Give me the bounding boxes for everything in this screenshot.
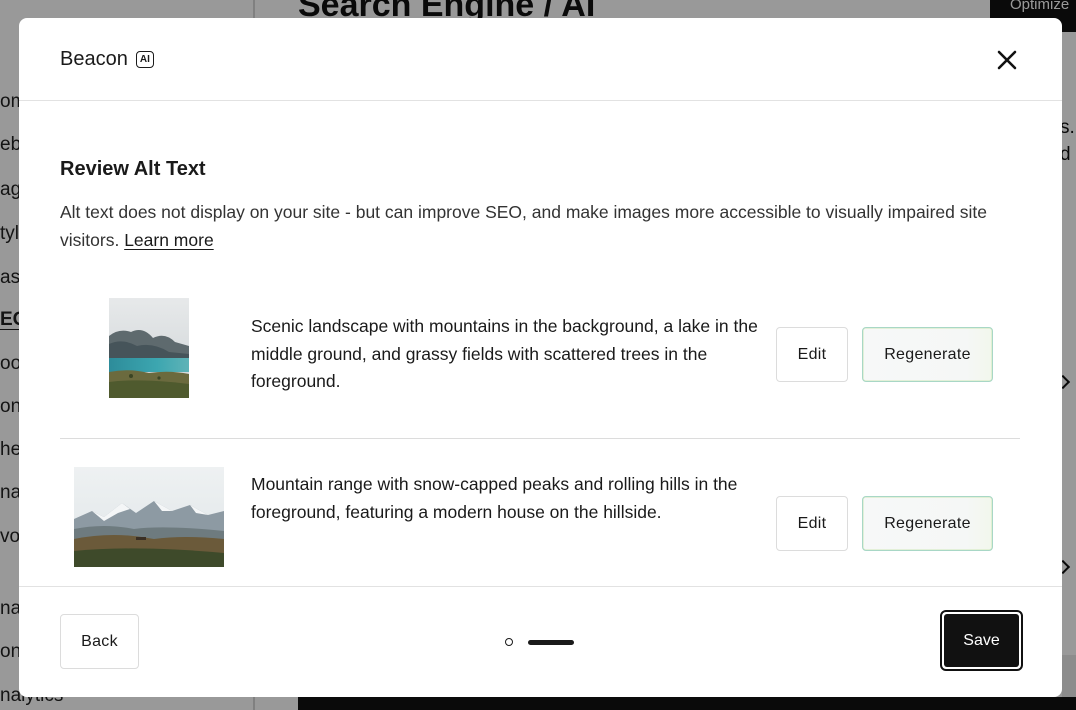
ai-badge: AI [135,50,154,68]
landscape-image [109,298,189,398]
pagination-dot-page-2-active[interactable] [528,640,574,645]
save-button-label: Save [944,614,1019,667]
modal-header: Beacon AI [19,18,1062,101]
alt-text-description: Scenic landscape with mountains in the b… [251,316,758,391]
close-icon [997,50,1017,70]
alt-text-row: Scenic landscape with mountains in the b… [60,282,1020,439]
alt-text-row: Mountain range with snow-capped peaks an… [60,440,1020,580]
modal-footer: Back Save [19,586,1062,697]
beacon-ai-modal: Beacon AI Review Alt Text Alt text does n… [19,18,1062,697]
close-button[interactable] [992,45,1022,75]
regenerate-button[interactable]: Regenerate [862,327,993,382]
save-button[interactable]: Save [940,610,1023,671]
image-thumbnail-mountains [74,467,224,567]
learn-more-link[interactable]: Learn more [124,230,214,250]
edit-button[interactable]: Edit [776,496,848,551]
brand-name: Beacon [60,47,128,70]
alt-text-description: Mountain range with snow-capped peaks an… [251,474,738,522]
section-title: Review Alt Text [60,158,206,180]
landscape-image [74,467,224,567]
pagination-dot-page-1[interactable] [505,638,513,646]
modal-body[interactable]: Review Alt Text Alt text does not displa… [19,102,1062,586]
edit-button[interactable]: Edit [776,327,848,382]
regenerate-button[interactable]: Regenerate [862,496,993,551]
section-description: Alt text does not display on your site -… [60,198,1025,254]
back-button[interactable]: Back [60,614,139,669]
modal-brand: Beacon AI [60,48,154,71]
image-thumbnail-lake [109,298,189,398]
